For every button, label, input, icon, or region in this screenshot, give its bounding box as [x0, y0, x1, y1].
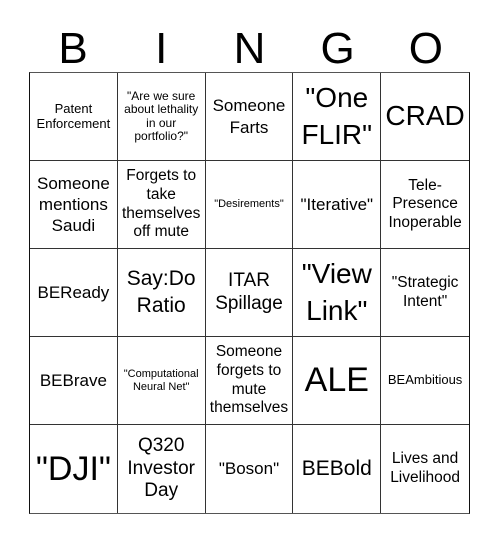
header-letter-i: I: [155, 24, 168, 73]
header-letter-o: O: [408, 24, 443, 73]
bingo-cell[interactable]: "View Link": [293, 249, 382, 337]
bingo-cell[interactable]: Say:Do Ratio: [117, 249, 206, 337]
bingo-cell[interactable]: "Desirements": [205, 161, 294, 249]
bingo-cell[interactable]: BEBold: [293, 425, 382, 513]
bingo-header: B I N G O: [29, 26, 470, 72]
bingo-cell[interactable]: BEAmbitious: [381, 337, 469, 425]
bingo-cell[interactable]: Someone Farts: [205, 73, 294, 161]
bingo-grid: Patent Enforcement "Are we sure about le…: [29, 72, 470, 514]
bingo-cell[interactable]: ITAR Spillage: [205, 249, 294, 337]
bingo-cell[interactable]: CRAD: [381, 73, 469, 161]
bingo-cell[interactable]: Lives and Livelihood: [381, 425, 469, 513]
bingo-cell[interactable]: ALE: [293, 337, 382, 425]
bingo-cell[interactable]: "Computational Neural Net": [117, 337, 206, 425]
bingo-cell[interactable]: "Are we sure about lethality in our port…: [117, 73, 206, 161]
bingo-cell[interactable]: "One FLIR": [293, 73, 382, 161]
header-letter-n: N: [233, 24, 266, 73]
header-letter-g: G: [320, 24, 355, 73]
bingo-cell[interactable]: BEReady: [30, 249, 118, 337]
bingo-cell[interactable]: "DJI": [30, 425, 118, 513]
bingo-cell[interactable]: Someone mentions Saudi: [30, 161, 118, 249]
bingo-cell[interactable]: "Boson": [206, 425, 294, 513]
bingo-cell[interactable]: "Strategic Intent": [381, 249, 469, 337]
bingo-cell[interactable]: Forgets to take themselves off mute: [117, 161, 206, 249]
bingo-cell[interactable]: Patent Enforcement: [30, 73, 118, 161]
bingo-cell[interactable]: BEBrave: [30, 337, 118, 425]
bingo-cell[interactable]: Q320 Investor Day: [118, 425, 206, 513]
bingo-cell[interactable]: Someone forgets to mute themselves: [205, 337, 294, 425]
bingo-cell[interactable]: Tele-Presence Inoperable: [381, 161, 469, 249]
bingo-cell[interactable]: "Iterative": [293, 161, 382, 249]
header-letter-b: B: [58, 24, 88, 73]
